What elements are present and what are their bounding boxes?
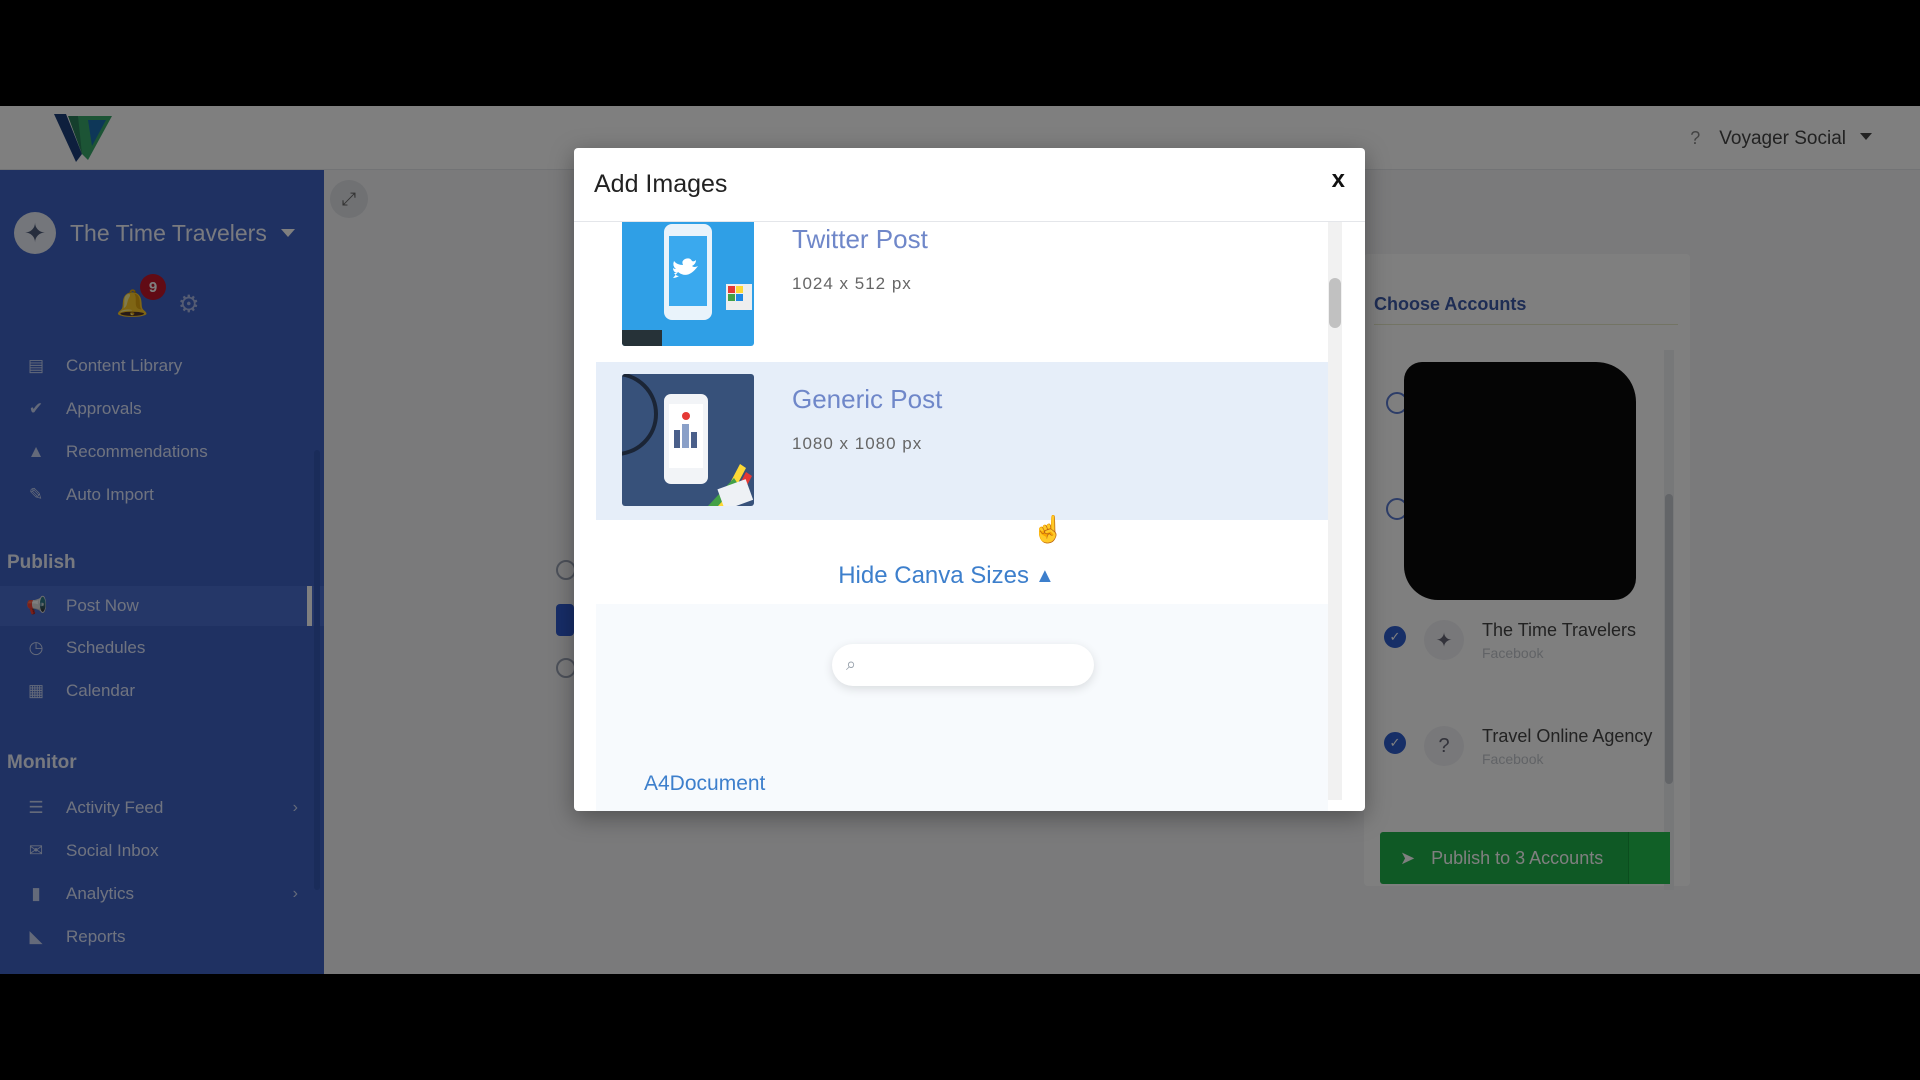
- app-stage: ? Voyager Social ✦ The Time Travelers 🔔 …: [0, 106, 1920, 974]
- generic-post-thumbnail: [622, 374, 754, 506]
- search-icon: ⌕: [846, 654, 857, 674]
- modal-header: Add Images x: [574, 148, 1365, 222]
- modal-title: Add Images: [594, 170, 728, 198]
- hide-canva-sizes-link[interactable]: Hide Canva Sizes ▲: [574, 562, 1319, 590]
- canva-search-box[interactable]: ⌕: [832, 644, 1094, 686]
- twitter-post-thumbnail: [622, 222, 754, 346]
- canva-section: ⌕ A4Document: [596, 604, 1328, 811]
- hand-cursor-icon: ☝: [1032, 514, 1065, 544]
- add-images-modal: Add Images x Twitter Post 1024 x 512 px …: [574, 148, 1365, 811]
- size-dimensions: 1024 x 512 px: [792, 274, 912, 293]
- canva-size-option[interactable]: Generic Post 1080 x 1080 px: [596, 362, 1328, 520]
- close-button[interactable]: x: [1332, 166, 1345, 194]
- canva-size-option[interactable]: Twitter Post 1024 x 512 px: [596, 222, 1328, 360]
- canva-design-type-link[interactable]: A4Document: [644, 772, 765, 796]
- hide-canva-sizes-label: Hide Canva Sizes: [838, 562, 1029, 589]
- modal-scrollbar[interactable]: [1328, 222, 1342, 800]
- size-dimensions: 1080 x 1080 px: [792, 434, 923, 453]
- scrollbar-thumb[interactable]: [1329, 278, 1341, 328]
- chevron-up-icon: ▲: [1034, 565, 1055, 587]
- size-name: Twitter Post: [792, 224, 928, 254]
- canva-search-input[interactable]: [876, 652, 1076, 678]
- size-name: Generic Post: [792, 384, 943, 414]
- modal-body: Twitter Post 1024 x 512 px Generic Post …: [574, 222, 1365, 811]
